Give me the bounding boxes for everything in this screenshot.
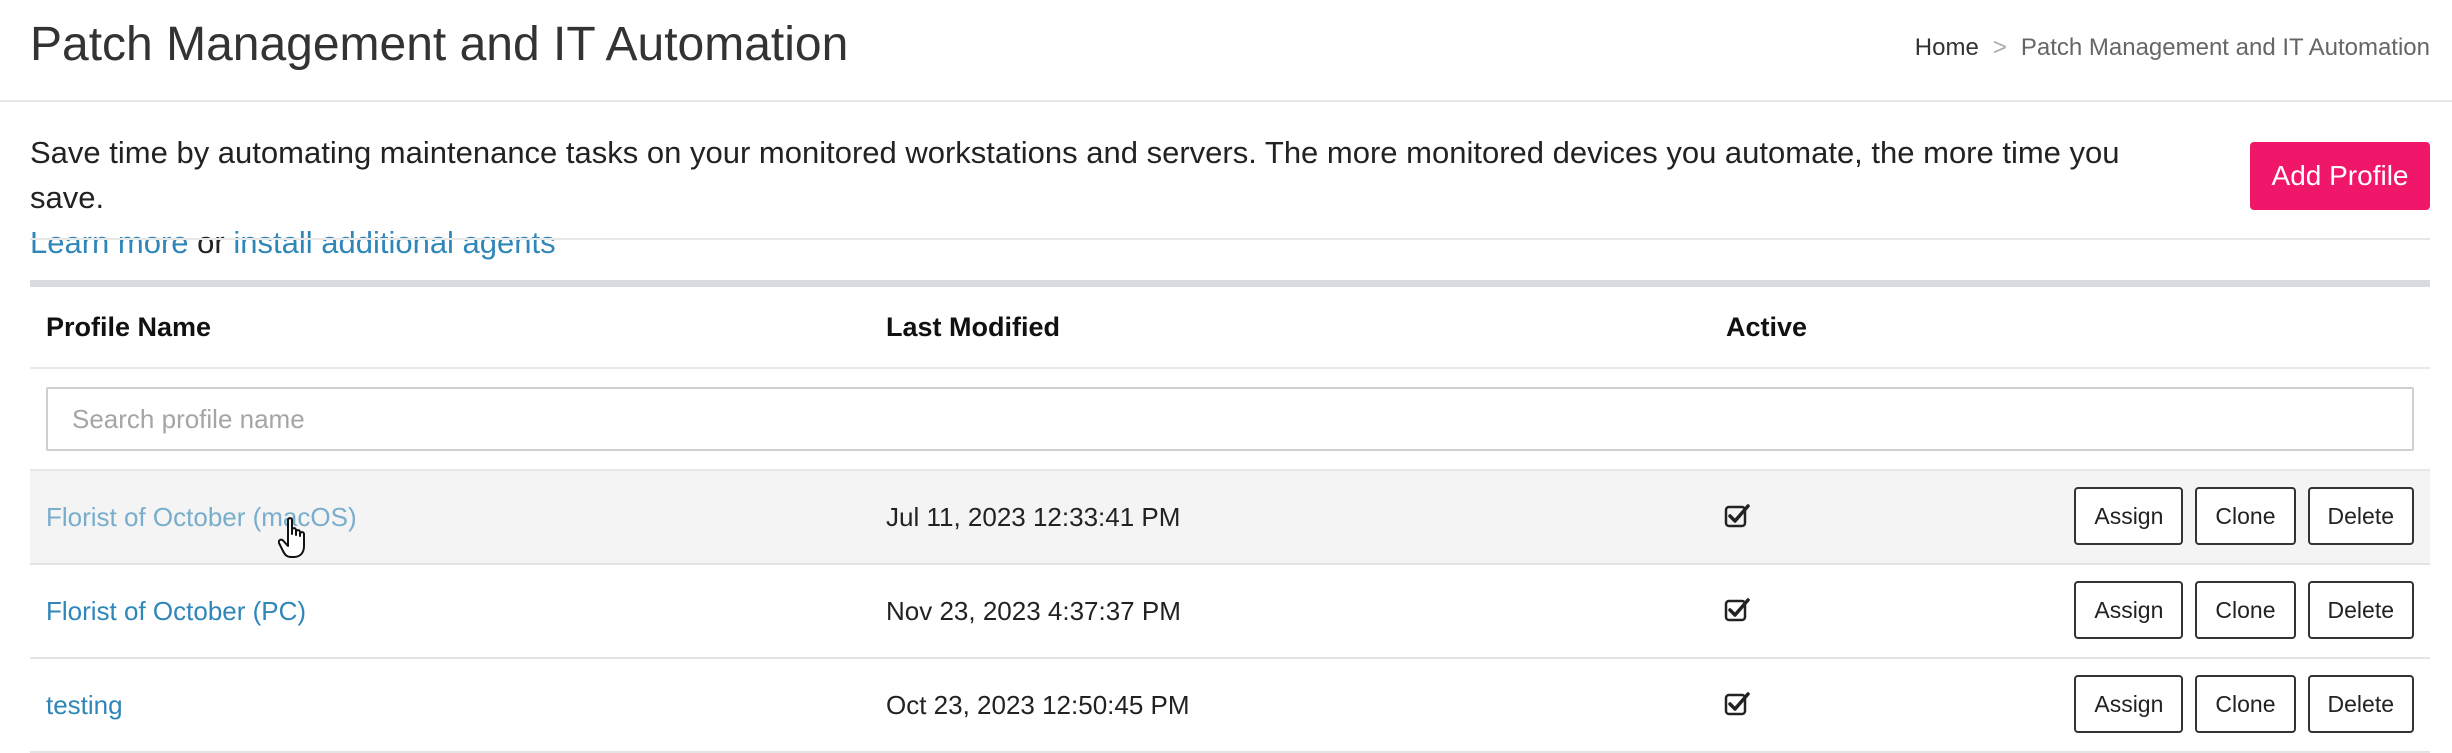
last-modified-cell: Nov 23, 2023 4:37:37 PM <box>886 596 1181 626</box>
column-header-last-modified[interactable]: Last Modified <box>886 287 1060 367</box>
profile-name-cell: testing <box>46 659 123 751</box>
table-header: Profile Name Last Modified Active <box>30 287 2430 369</box>
intro-or: or <box>197 225 225 260</box>
last-modified-cell: Oct 23, 2023 12:50:45 PM <box>886 690 1190 720</box>
row-actions: Assign Clone Delete <box>2074 675 2414 733</box>
learn-more-link[interactable]: Learn more <box>30 225 189 260</box>
divider <box>30 238 2430 240</box>
assign-button[interactable]: Assign <box>2074 581 2184 639</box>
clone-button[interactable]: Clone <box>2195 487 2296 545</box>
intro-description: Save time by automating maintenance task… <box>30 135 2120 215</box>
column-header-profile-name[interactable]: Profile Name <box>46 287 211 367</box>
hand-pointer-icon <box>278 517 305 558</box>
add-profile-button[interactable]: Add Profile <box>2250 142 2430 210</box>
checked-checkbox-icon <box>1724 504 1750 528</box>
page-header: Patch Management and IT Automation Home >… <box>0 0 2452 102</box>
delete-button[interactable]: Delete <box>2307 581 2414 639</box>
table-row[interactable]: Florist of October (macOS) Jul 11, 2023 … <box>30 471 2430 565</box>
checked-checkbox-icon <box>1724 692 1750 716</box>
checked-checkbox-icon <box>1724 598 1750 622</box>
delete-button[interactable]: Delete <box>2307 487 2414 545</box>
assign-button[interactable]: Assign <box>2074 487 2184 545</box>
last-modified-cell: Jul 11, 2023 12:33:41 PM <box>886 502 1181 532</box>
install-agents-link[interactable]: install additional agents <box>233 225 555 260</box>
clone-button[interactable]: Clone <box>2195 675 2296 733</box>
profiles-table: Profile Name Last Modified Active Floris… <box>30 280 2430 753</box>
assign-button[interactable]: Assign <box>2074 675 2184 733</box>
delete-button[interactable]: Delete <box>2307 675 2414 733</box>
profile-name-cell: Florist of October (PC) <box>46 565 306 657</box>
row-actions: Assign Clone Delete <box>2074 487 2414 545</box>
table-row[interactable]: testing Oct 23, 2023 12:50:45 PM Assign … <box>30 659 2430 753</box>
table-row[interactable]: Florist of October (PC) Nov 23, 2023 4:3… <box>30 565 2430 659</box>
profile-name-link[interactable]: Florist of October (PC) <box>46 596 306 626</box>
breadcrumb: Home > Patch Management and IT Automation <box>1915 30 2430 66</box>
breadcrumb-separator: > <box>1992 34 2007 61</box>
column-header-active[interactable]: Active <box>1726 287 1807 367</box>
clone-button[interactable]: Clone <box>2195 581 2296 639</box>
row-actions: Assign Clone Delete <box>2074 581 2414 639</box>
search-input[interactable] <box>46 387 2414 451</box>
intro-text: Save time by automating maintenance task… <box>30 130 2200 265</box>
profile-name-link[interactable]: testing <box>46 690 123 720</box>
search-row <box>30 369 2430 471</box>
page-title: Patch Management and IT Automation <box>30 18 849 71</box>
breadcrumb-current: Patch Management and IT Automation <box>2020 34 2430 61</box>
breadcrumb-home-link[interactable]: Home <box>1915 34 1979 61</box>
